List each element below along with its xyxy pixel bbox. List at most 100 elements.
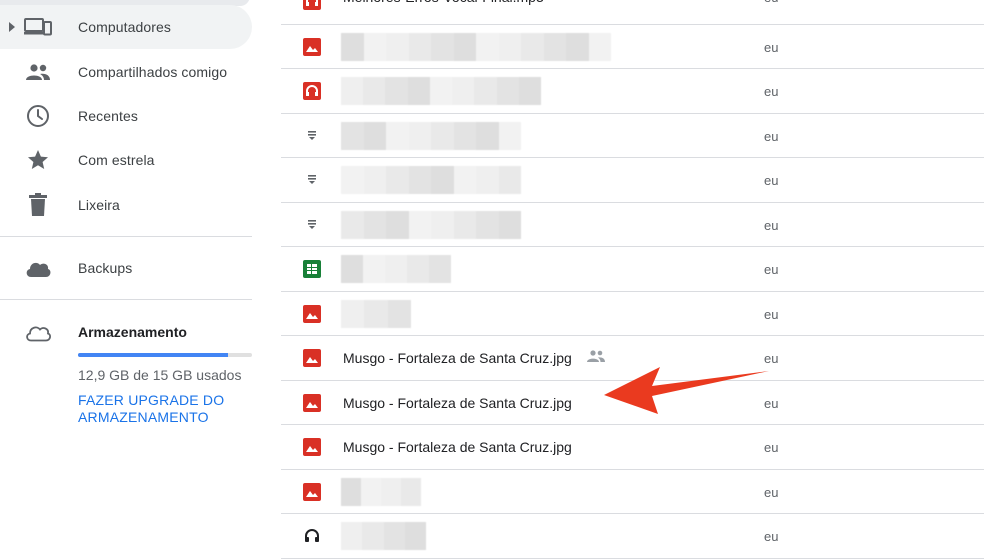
redaction-block: [341, 522, 363, 550]
redaction-block: [408, 32, 431, 61]
upgrade-storage-link[interactable]: FAZER UPGRADE DO ARMAZENAMENTO: [78, 392, 224, 426]
file-owner: eu: [764, 84, 779, 99]
file-row[interactable]: eu: [281, 203, 984, 247]
redaction-block: [566, 32, 589, 61]
file-row[interactable]: eu: [281, 292, 984, 336]
redaction-block: [341, 210, 364, 239]
redaction-block: [476, 121, 499, 150]
redaction-block: [363, 121, 386, 150]
redaction-block: [453, 210, 476, 239]
sidebar-item-trash[interactable]: Lixeira: [0, 183, 252, 227]
image-file-icon: [303, 349, 321, 367]
redaction-block: [363, 210, 386, 239]
redaction-block: [363, 166, 386, 194]
file-row[interactable]: eu: [281, 114, 984, 158]
audio-file-icon: [303, 82, 321, 100]
file-list: Melhores-Erros-Vocal-Final.mp3 eu eu eu eu eu…: [281, 0, 984, 559]
trash-icon: [24, 191, 52, 219]
file-row[interactable]: eu: [281, 470, 984, 514]
redacted-file-name: [341, 121, 521, 150]
file-owner: eu: [764, 217, 779, 233]
redaction-block: [386, 121, 409, 150]
shared-people-icon: [586, 349, 606, 365]
redaction-block: [341, 121, 364, 150]
redaction-block: [401, 477, 421, 506]
spreadsheet-file-icon: [303, 260, 321, 278]
upgrade-storage-line: ARMAZENAMENTO: [78, 409, 209, 425]
redaction-block: [341, 166, 364, 194]
redaction-block: [429, 255, 451, 283]
redaction-block: [385, 255, 407, 283]
sidebar-divider: [0, 236, 252, 237]
redaction-block: [383, 522, 405, 550]
file-owner: eu: [764, 440, 779, 455]
image-file-icon: [303, 482, 321, 501]
image-file-icon: [303, 393, 321, 412]
storage-title[interactable]: Armazenamento: [78, 324, 187, 340]
redaction-block: [431, 121, 454, 150]
sidebar-divider: [0, 299, 252, 300]
sidebar-item-shared-with-me[interactable]: Compartilhados comigo: [0, 50, 252, 94]
storage-usage-fill: [78, 353, 228, 357]
file-row[interactable]: eu: [281, 25, 984, 69]
sidebar-item-starred[interactable]: Com estrela: [0, 138, 252, 182]
redaction-block: [498, 166, 521, 194]
redaction-block: [453, 121, 476, 150]
redaction-block: [381, 477, 401, 506]
sidebar-item-computers[interactable]: Computadores: [0, 5, 252, 49]
text-file-icon: [303, 171, 321, 189]
file-row[interactable]: Musgo - Fortaleza de Santa Cruz.jpg eu: [281, 425, 984, 470]
shared-with-me-icon: [24, 58, 52, 86]
redaction-block: [543, 32, 566, 61]
file-row[interactable]: eu: [281, 514, 984, 559]
file-row[interactable]: eu: [281, 247, 984, 292]
sidebar-item-label: Computadores: [78, 19, 172, 35]
redaction-block: [408, 121, 431, 150]
sidebar-item-label: Backups: [78, 260, 133, 276]
redaction-block: [407, 77, 430, 105]
file-row[interactable]: eu: [281, 69, 984, 114]
file-row[interactable]: eu: [281, 158, 984, 203]
redaction-block: [476, 32, 499, 61]
redaction-block: [341, 299, 365, 328]
redaction-block: [385, 77, 408, 105]
redaction-block: [363, 77, 386, 105]
redaction-block: [386, 166, 409, 194]
redaction-block: [521, 32, 544, 61]
sidebar-item-recent[interactable]: Recentes: [0, 94, 252, 138]
computers-icon: [24, 13, 52, 41]
sidebar-item-label: Recentes: [78, 108, 138, 124]
redaction-block: [429, 77, 453, 105]
audio-file-icon: [303, 0, 321, 10]
redaction-block: [496, 77, 519, 105]
expand-caret-icon[interactable]: [9, 22, 15, 32]
storage-used-text: 12,9 GB de 15 GB usados: [78, 367, 242, 383]
file-owner: eu: [764, 128, 779, 144]
redaction-block: [362, 522, 384, 550]
redaction-block: [452, 77, 475, 105]
redaction-block: [341, 77, 364, 105]
file-name: Melhores-Erros-Vocal-Final.mp3: [343, 0, 544, 5]
redaction-block: [518, 77, 541, 105]
redaction-block: [387, 299, 411, 328]
redaction-block: [364, 299, 388, 328]
redaction-block: [431, 166, 454, 194]
redaction-block: [498, 210, 521, 239]
redacted-file-name: [341, 77, 541, 105]
redacted-file-name: [341, 210, 521, 239]
upgrade-storage-line: FAZER UPGRADE DO: [78, 392, 225, 408]
redaction-block: [453, 166, 476, 194]
redaction-block: [431, 210, 454, 239]
file-name: Musgo - Fortaleza de Santa Cruz.jpg: [343, 350, 572, 366]
redacted-file-name: [341, 255, 451, 283]
redacted-file-name: [341, 299, 411, 328]
sidebar: Computadores Compartilhados comigo Recen…: [0, 0, 262, 559]
redaction-block: [431, 32, 454, 61]
sidebar-item-backups[interactable]: Backups: [0, 246, 252, 290]
redaction-block: [453, 32, 476, 61]
redacted-file-name: [341, 32, 611, 61]
redacted-file-name: [341, 522, 426, 550]
file-row[interactable]: Musgo - Fortaleza de Santa Cruz.jpg eu: [281, 381, 984, 425]
file-row[interactable]: Musgo - Fortaleza de Santa Cruz.jpg eu: [281, 336, 984, 381]
file-row[interactable]: Melhores-Erros-Vocal-Final.mp3 eu: [281, 0, 984, 25]
